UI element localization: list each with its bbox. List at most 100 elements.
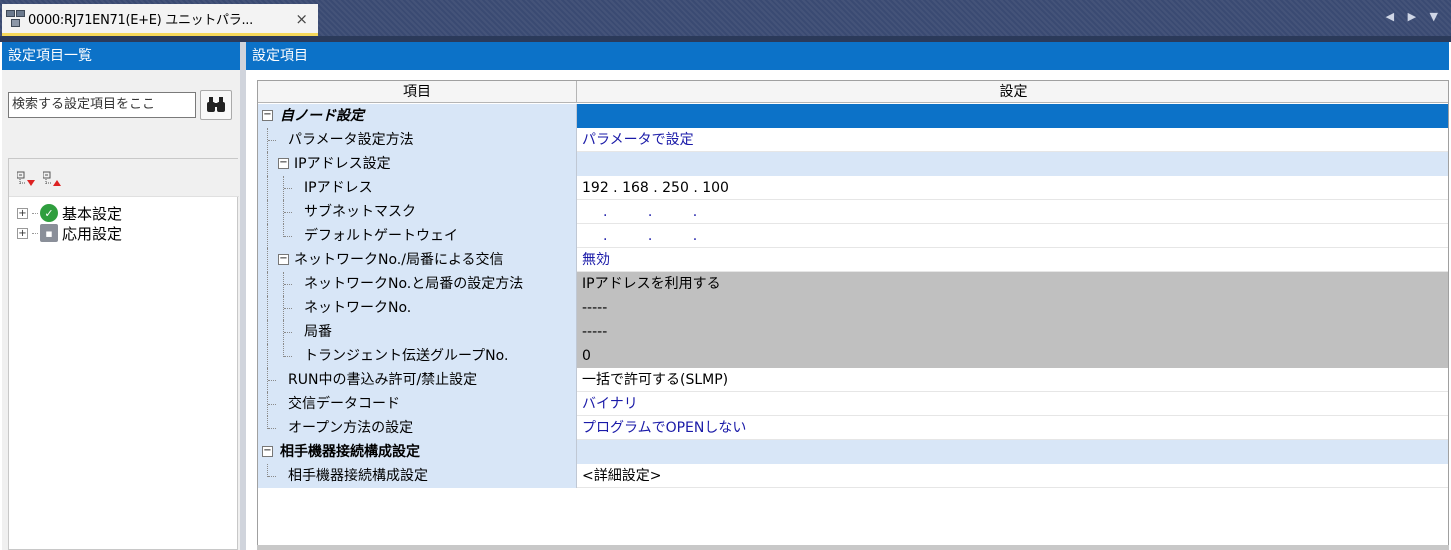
- row-label: パラメータ設定方法: [288, 132, 414, 148]
- row-item: 局番: [258, 320, 577, 344]
- row-label: オープン方法の設定: [288, 420, 414, 436]
- search-button[interactable]: [200, 90, 232, 120]
- table-row[interactable]: 交信データコード バイナリ: [258, 392, 1448, 416]
- tree-toolbar: [9, 159, 239, 197]
- row-item: サブネットマスク: [258, 200, 577, 224]
- row-label: サブネットマスク: [304, 204, 416, 220]
- tree-item-advanced-settings[interactable]: + ▪ 応用設定: [17, 223, 122, 243]
- row-value[interactable]: -----: [577, 320, 1448, 344]
- table-row[interactable]: 局番 -----: [258, 320, 1448, 344]
- tree-item-label: 応用設定: [62, 224, 123, 243]
- row-item: − ネットワークNo./局番による交信: [258, 248, 577, 272]
- row-value[interactable]: [577, 440, 1448, 464]
- tree-guide: [267, 344, 268, 368]
- row-label: ネットワークNo./局番による交信: [294, 252, 504, 268]
- row-value[interactable]: 一括で許可する(SLMP): [577, 368, 1448, 392]
- table-row[interactable]: パラメータ設定方法 パラメータで設定: [258, 128, 1448, 152]
- row-item: RUN中の書込み許可/禁止設定: [258, 368, 577, 392]
- row-value[interactable]: <詳細設定>: [577, 464, 1448, 488]
- row-item: オープン方法の設定: [258, 416, 577, 440]
- binoculars-icon: [207, 97, 225, 112]
- column-header-setting: 設定: [577, 81, 1448, 103]
- row-value[interactable]: . . .: [577, 200, 1448, 224]
- tree-guide: [267, 152, 268, 176]
- settings-list-panel: 検索する設定項目をここ + ✓ 基本設定 + ▪ 応用設定: [2, 70, 240, 550]
- table-row[interactable]: − ネットワークNo./局番による交信 無効: [258, 248, 1448, 272]
- row-item: ネットワークNo.: [258, 296, 577, 320]
- row-label: ネットワークNo.と局番の設定方法: [304, 276, 524, 292]
- tree-guide: [267, 224, 268, 248]
- panel-splitter[interactable]: [240, 42, 246, 550]
- row-value[interactable]: 192 . 168 . 250 . 100: [577, 176, 1448, 200]
- tree-connector: [268, 476, 276, 477]
- tree-connector: [268, 428, 276, 429]
- settings-tree: + ✓ 基本設定 + ▪ 応用設定: [8, 158, 239, 550]
- expand-icon[interactable]: +: [17, 207, 28, 219]
- row-value[interactable]: プログラムでOPENしない: [577, 416, 1448, 440]
- expand-all-icon[interactable]: [16, 171, 37, 187]
- row-item: トランジェント伝送グループNo.: [258, 344, 577, 368]
- right-panel-header: 設定項目: [246, 42, 1449, 70]
- row-item: パラメータ設定方法: [258, 128, 577, 152]
- tree-guide: [267, 200, 268, 224]
- table-row[interactable]: トランジェント伝送グループNo. 0: [258, 344, 1448, 368]
- collapse-icon[interactable]: −: [278, 254, 289, 265]
- row-value[interactable]: 0: [577, 344, 1448, 368]
- tab-nav-arrows[interactable]: ◀ ▶ ▼: [1386, 10, 1443, 23]
- row-label: IPアドレス: [304, 180, 373, 196]
- row-item: − IPアドレス設定: [258, 152, 577, 176]
- document-tab[interactable]: 0000:RJ71EN71(E+E) ユニットパラ... ×: [2, 4, 318, 36]
- table-row[interactable]: IPアドレス 192 . 168 . 250 . 100: [258, 176, 1448, 200]
- row-value[interactable]: 無効: [577, 248, 1448, 272]
- row-value[interactable]: [577, 152, 1448, 176]
- row-item: 相手機器接続構成設定: [258, 464, 577, 488]
- tree-guide: [267, 176, 268, 200]
- collapse-icon[interactable]: −: [278, 158, 289, 169]
- tree-connector: [284, 284, 292, 285]
- row-value[interactable]: [577, 104, 1448, 128]
- row-value[interactable]: -----: [577, 296, 1448, 320]
- horizontal-scrollbar[interactable]: [257, 545, 1449, 550]
- collapse-icon[interactable]: −: [262, 446, 273, 457]
- tree-connector: [284, 332, 292, 333]
- close-icon[interactable]: ×: [295, 10, 308, 28]
- expand-icon[interactable]: +: [17, 227, 28, 239]
- row-item: ネットワークNo.と局番の設定方法: [258, 272, 577, 296]
- collapse-icon[interactable]: −: [262, 110, 273, 121]
- row-value[interactable]: . . .: [577, 224, 1448, 248]
- table-row[interactable]: − 相手機器接続構成設定: [258, 440, 1448, 464]
- tree-guide: [267, 320, 268, 344]
- row-item: 交信データコード: [258, 392, 577, 416]
- tab-title: 0000:RJ71EN71(E+E) ユニットパラ...: [28, 13, 253, 28]
- collapse-all-icon[interactable]: [42, 171, 63, 187]
- network-module-icon: [6, 9, 26, 28]
- table-row[interactable]: オープン方法の設定 プログラムでOPENしない: [258, 416, 1448, 440]
- row-value[interactable]: パラメータで設定: [577, 128, 1448, 152]
- tree-connector: [284, 236, 292, 237]
- tree-item-basic-settings[interactable]: + ✓ 基本設定: [17, 203, 122, 223]
- search-input[interactable]: 検索する設定項目をここ: [8, 92, 196, 118]
- row-item: − 相手機器接続構成設定: [258, 440, 577, 464]
- tree-connector: [32, 212, 38, 214]
- table-row[interactable]: ネットワークNo.と局番の設定方法 IPアドレスを利用する: [258, 272, 1448, 296]
- tree-connector: [32, 232, 38, 234]
- table-row[interactable]: サブネットマスク . . .: [258, 200, 1448, 224]
- row-value[interactable]: バイナリ: [577, 392, 1448, 416]
- row-label: デフォルトゲートウェイ: [304, 228, 458, 244]
- row-item: − 自ノード設定: [258, 104, 577, 128]
- row-label: ネットワークNo.: [304, 300, 412, 316]
- row-item: IPアドレス: [258, 176, 577, 200]
- row-label: RUN中の書込み許可/禁止設定: [288, 372, 478, 388]
- table-row[interactable]: 相手機器接続構成設定 <詳細設定>: [258, 464, 1448, 488]
- row-item: デフォルトゲートウェイ: [258, 224, 577, 248]
- table-row[interactable]: − IPアドレス設定: [258, 152, 1448, 176]
- row-value[interactable]: IPアドレスを利用する: [577, 272, 1448, 296]
- document-tab-bar: 0000:RJ71EN71(E+E) ユニットパラ... × ◀ ▶ ▼: [0, 0, 1451, 36]
- table-row[interactable]: − 自ノード設定: [258, 104, 1448, 128]
- tree-guide: [267, 272, 268, 296]
- tree-connector: [284, 356, 292, 357]
- table-row[interactable]: デフォルトゲートウェイ . . .: [258, 224, 1448, 248]
- row-label: 局番: [304, 324, 332, 340]
- table-row[interactable]: RUN中の書込み許可/禁止設定 一括で許可する(SLMP): [258, 368, 1448, 392]
- table-row[interactable]: ネットワークNo. -----: [258, 296, 1448, 320]
